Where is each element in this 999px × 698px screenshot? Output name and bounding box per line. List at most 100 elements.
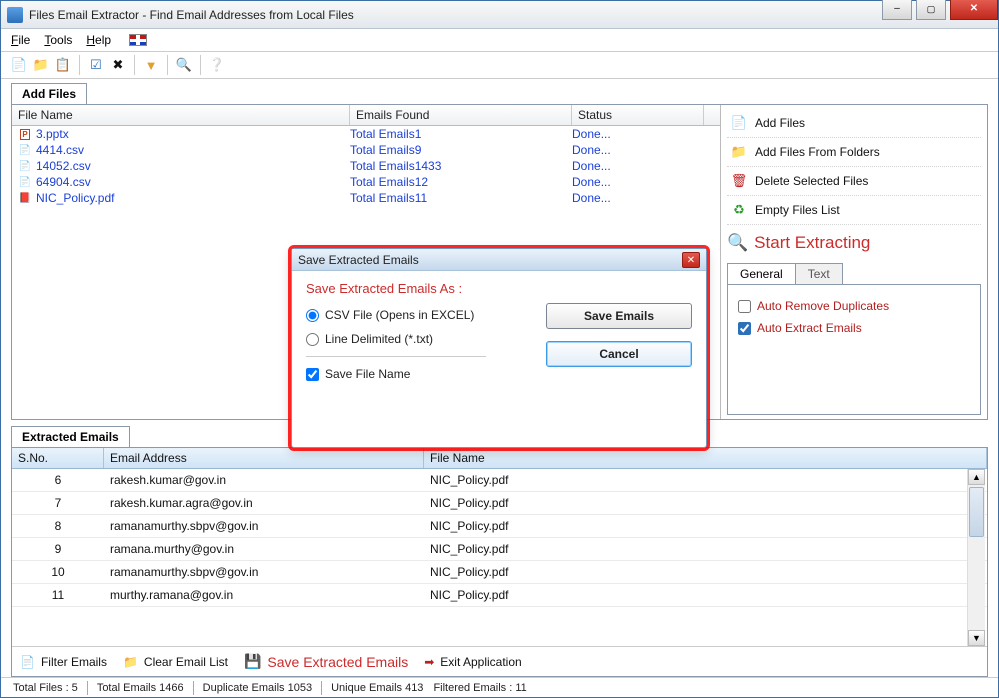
row-sno: 6 xyxy=(12,473,104,487)
opt-auto-extract-emails[interactable]: Auto Extract Emails xyxy=(738,317,970,339)
btn-clear-email-list[interactable]: 📁Clear Email List xyxy=(123,655,228,669)
btn-exit-application[interactable]: ➡Exit Application xyxy=(424,655,521,669)
select-all-icon[interactable]: ☑ xyxy=(86,55,106,75)
filter-icon[interactable]: ▼ xyxy=(141,55,161,75)
add-file-icon[interactable]: 📄 xyxy=(9,55,29,75)
tab-general[interactable]: General xyxy=(727,263,796,285)
tab-extracted-emails[interactable]: Extracted Emails xyxy=(11,426,130,447)
save-emails-button[interactable]: Save Emails xyxy=(546,303,692,329)
col-email[interactable]: Email Address xyxy=(104,448,424,468)
btn-filter-emails[interactable]: 📄 Filter Emails xyxy=(20,655,107,669)
radio-input[interactable] xyxy=(306,309,319,322)
extracted-row[interactable]: 6rakesh.kumar@gov.inNIC_Policy.pdf xyxy=(12,469,987,492)
file-row[interactable]: 📕NIC_Policy.pdfTotal Emails11Done... xyxy=(12,190,720,206)
row-sno: 9 xyxy=(12,542,104,556)
tab-add-files[interactable]: Add Files xyxy=(11,83,87,104)
col-sno[interactable]: S.No. xyxy=(12,448,104,468)
col-emails-found[interactable]: Emails Found xyxy=(350,105,572,125)
scroll-up-icon[interactable]: ▲ xyxy=(968,469,985,485)
file-name: 14052.csv xyxy=(36,159,91,173)
row-file: NIC_Policy.pdf xyxy=(424,496,987,510)
file-status: Done... xyxy=(572,191,704,205)
action-add-folders[interactable]: 📁Add Files From Folders xyxy=(727,138,981,167)
checkbox-label: Save File Name xyxy=(325,367,410,381)
extracted-row[interactable]: 10ramanamurthy.sbpv@gov.inNIC_Policy.pdf xyxy=(12,561,987,584)
maximize-button[interactable] xyxy=(916,0,946,20)
menu-help[interactable]: Help xyxy=(86,33,111,47)
radio-input[interactable] xyxy=(306,333,319,346)
row-file: NIC_Policy.pdf xyxy=(424,473,987,487)
action-add-files[interactable]: 📄Add Files xyxy=(727,109,981,138)
menu-file[interactable]: File xyxy=(11,33,30,47)
window-controls xyxy=(882,0,998,20)
bottom-bar: 📄 Filter Emails 📁Clear Email List 💾Save E… xyxy=(12,646,987,676)
col-file-name[interactable]: File Name xyxy=(12,105,350,125)
extracted-row[interactable]: 8ramanamurthy.sbpv@gov.inNIC_Policy.pdf xyxy=(12,515,987,538)
chk-save-file-name[interactable]: Save File Name xyxy=(306,367,526,381)
col-file[interactable]: File Name xyxy=(424,448,987,468)
checkbox[interactable] xyxy=(306,368,319,381)
file-name: 3.pptx xyxy=(36,127,69,141)
radio-csv[interactable]: CSV File (Opens in EXCEL) xyxy=(306,308,526,322)
file-row[interactable]: P3.pptxTotal Emails1Done... xyxy=(12,126,720,142)
file-row[interactable]: 📄4414.csvTotal Emails9Done... xyxy=(12,142,720,158)
file-row[interactable]: 📄64904.csvTotal Emails12Done... xyxy=(12,174,720,190)
search-icon[interactable]: 🔍 xyxy=(174,55,194,75)
dialog-left: Save Extracted Emails As : CSV File (Ope… xyxy=(306,281,526,437)
menu-tools[interactable]: Tools xyxy=(44,33,72,47)
files-header: File Name Emails Found Status xyxy=(12,105,720,126)
row-email: ramanamurthy.sbpv@gov.in xyxy=(104,519,424,533)
col-status[interactable]: Status xyxy=(572,105,704,125)
help-icon[interactable]: ❔ xyxy=(207,55,227,75)
row-email: ramanamurthy.sbpv@gov.in xyxy=(104,565,424,579)
radio-txt[interactable]: Line Delimited (*.txt) xyxy=(306,332,526,346)
toolbar-separator xyxy=(79,55,80,75)
scroll-thumb[interactable] xyxy=(969,487,984,537)
radio-label: CSV File (Opens in EXCEL) xyxy=(325,308,474,322)
cancel-button[interactable]: Cancel xyxy=(546,341,692,367)
extracted-panel: S.No. Email Address File Name 6rakesh.ku… xyxy=(11,447,988,677)
opt-auto-remove-duplicates[interactable]: Auto Remove Duplicates xyxy=(738,295,970,317)
scroll-down-icon[interactable]: ▼ xyxy=(968,630,985,646)
action-empty-list[interactable]: ♻Empty Files List xyxy=(727,196,981,225)
extracted-row[interactable]: 9ramana.murthy@gov.inNIC_Policy.pdf xyxy=(12,538,987,561)
copy-icon[interactable]: 📋 xyxy=(53,55,73,75)
file-row[interactable]: 📄14052.csvTotal Emails1433Done... xyxy=(12,158,720,174)
minimize-button[interactable] xyxy=(882,0,912,20)
file-status: Done... xyxy=(572,159,704,173)
dialog-heading: Save Extracted Emails As : xyxy=(306,281,526,296)
button-label: Filter Emails xyxy=(41,655,107,669)
row-email: rakesh.kumar.agra@gov.in xyxy=(104,496,424,510)
language-flag-icon[interactable] xyxy=(129,34,147,46)
menu-bar: File Tools Help xyxy=(1,29,998,51)
checkbox[interactable] xyxy=(738,300,751,313)
file-type-icon: 📄 xyxy=(18,143,32,157)
row-email: rakesh.kumar@gov.in xyxy=(104,473,424,487)
file-status: Done... xyxy=(572,143,704,157)
scrollbar[interactable]: ▲ ▼ xyxy=(967,469,985,646)
button-label: Clear Email List xyxy=(144,655,228,669)
add-folder-icon[interactable]: 📁 xyxy=(31,55,51,75)
extracted-row[interactable]: 7rakesh.kumar.agra@gov.inNIC_Policy.pdf xyxy=(12,492,987,515)
tab-text[interactable]: Text xyxy=(796,263,843,285)
close-button[interactable] xyxy=(950,0,998,20)
status-total-emails: Total Emails 1466 xyxy=(93,682,188,694)
action-start-extracting[interactable]: 🔍Start Extracting xyxy=(727,225,981,263)
filter-icon: 📄 xyxy=(20,655,35,669)
extracted-row[interactable]: 11murthy.ramana@gov.inNIC_Policy.pdf xyxy=(12,584,987,607)
checkbox[interactable] xyxy=(738,322,751,335)
action-delete-selected[interactable]: 🗑Delete Selected Files xyxy=(727,167,981,196)
row-file: NIC_Policy.pdf xyxy=(424,519,987,533)
status-bar: Total Files : 5 Total Emails 1466 Duplic… xyxy=(1,677,998,697)
file-status: Done... xyxy=(572,175,704,189)
delete-icon[interactable]: ✖ xyxy=(108,55,128,75)
emails-found: Total Emails9 xyxy=(350,143,572,157)
action-label: Delete Selected Files xyxy=(755,174,868,188)
extracted-body: 6rakesh.kumar@gov.inNIC_Policy.pdf7rakes… xyxy=(12,469,987,646)
radio-label: Line Delimited (*.txt) xyxy=(325,332,433,346)
side-actions: 📄Add Files 📁Add Files From Folders 🗑Dele… xyxy=(721,105,987,419)
save-icon: 💾 xyxy=(244,653,261,670)
action-label: Add Files xyxy=(755,116,805,130)
dialog-close-button[interactable]: ✕ xyxy=(682,252,700,268)
btn-save-extracted-emails[interactable]: 💾Save Extracted Emails xyxy=(244,653,408,670)
